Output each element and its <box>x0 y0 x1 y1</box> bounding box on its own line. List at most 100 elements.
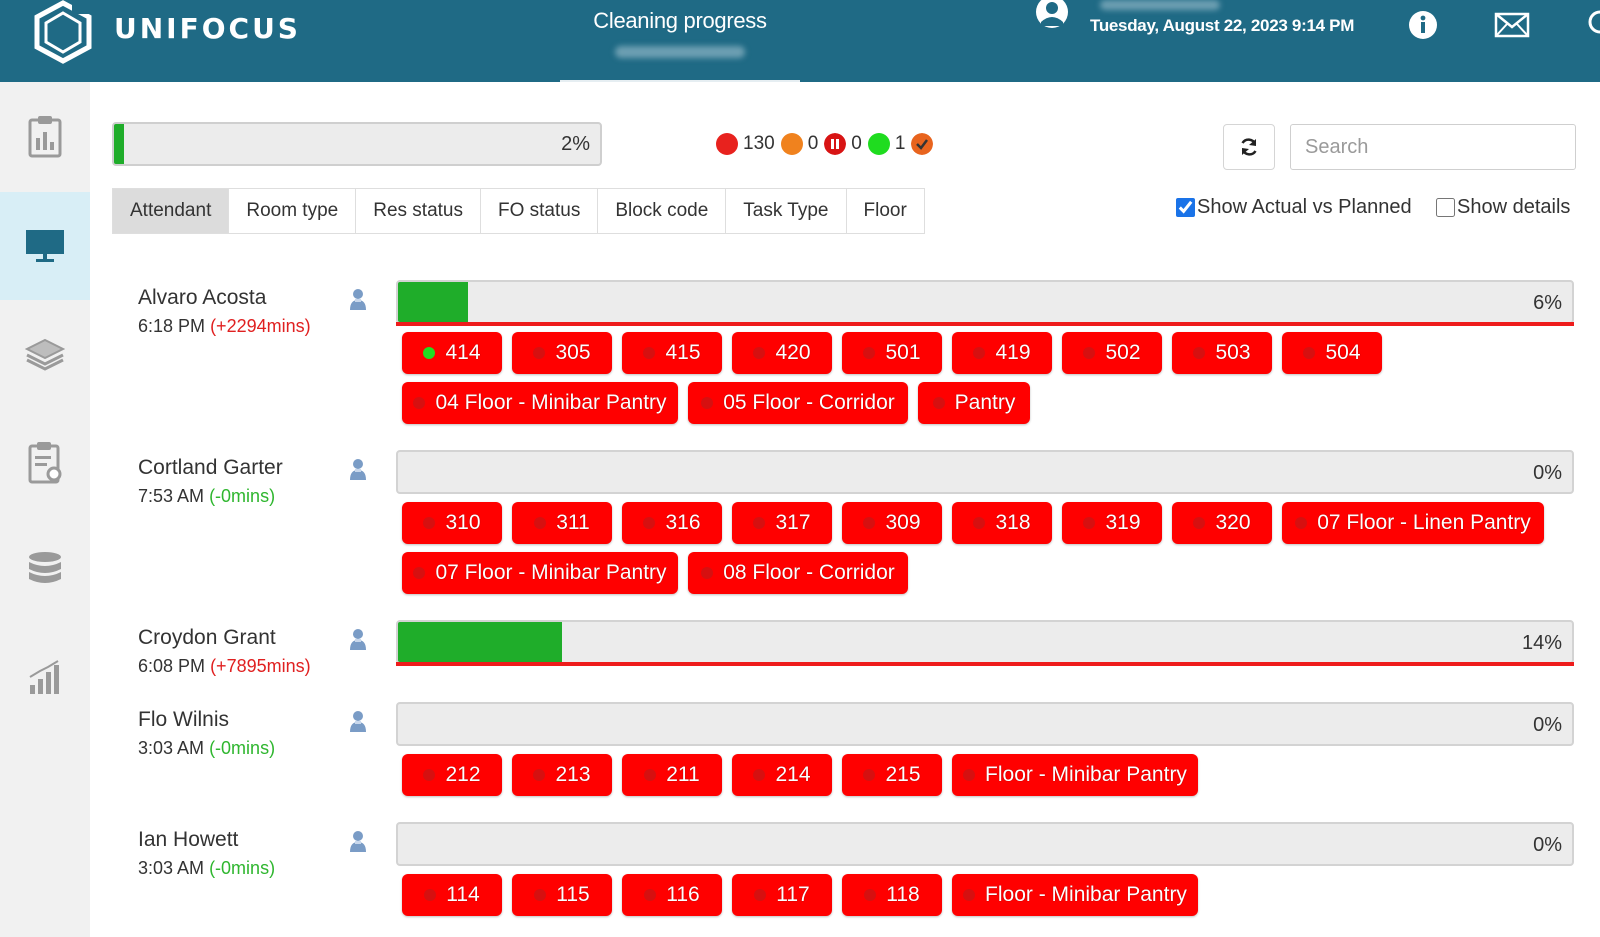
blurred-property-name <box>615 46 745 58</box>
show-details-checkbox[interactable] <box>1436 198 1455 217</box>
attendant-progress-percent: 0% <box>1533 834 1562 856</box>
show-actual-vs-planned-option[interactable]: Show Actual vs Planned <box>1176 196 1412 219</box>
attendant-time: 3:03 AM (-0mins) <box>138 858 275 879</box>
tab-attendant[interactable]: Attendant <box>112 188 230 234</box>
tab-fo-status[interactable]: FO status <box>480 188 599 234</box>
sidebar-item-tasks[interactable] <box>0 408 90 516</box>
room-chip[interactable]: 214 <box>732 754 832 796</box>
area-status-dot <box>963 769 976 781</box>
area-chip[interactable]: Floor - Minibar Pantry <box>952 874 1198 916</box>
room-chip[interactable]: 117 <box>732 874 832 916</box>
room-chip[interactable]: 504 <box>1282 332 1382 374</box>
attendant-person-icon[interactable] <box>348 830 368 854</box>
show-actual-vs-planned-label: Show Actual vs Planned <box>1197 196 1412 218</box>
tab-floor[interactable]: Floor <box>846 188 925 234</box>
room-number: 212 <box>445 763 481 786</box>
room-chip[interactable]: 319 <box>1062 502 1162 544</box>
planned-time: 6:18 PM <box>138 316 206 336</box>
room-status-dot <box>863 517 876 529</box>
area-chip[interactable]: 04 Floor - Minibar Pantry <box>402 382 678 424</box>
show-details-option[interactable]: Show details <box>1436 196 1570 219</box>
room-chip[interactable]: 311 <box>512 502 612 544</box>
attendant-name: Alvaro Acosta <box>138 286 267 309</box>
sidebar-item-dashboard[interactable] <box>0 82 90 190</box>
info-icon[interactable] <box>1408 10 1438 40</box>
room-status-dot <box>423 769 436 781</box>
planned-overrun-line <box>396 662 1574 666</box>
area-chip[interactable]: 08 Floor - Corridor <box>688 552 908 594</box>
room-status-dot <box>1193 347 1206 359</box>
attendant-person-icon[interactable] <box>348 710 368 734</box>
room-chip[interactable]: 503 <box>1172 332 1272 374</box>
attendant-person-icon[interactable] <box>348 288 368 312</box>
room-chip[interactable]: 415 <box>622 332 722 374</box>
area-status-dot <box>963 889 976 901</box>
room-chip[interactable]: 212 <box>402 754 502 796</box>
layers-icon <box>25 338 65 371</box>
tab-task-type[interactable]: Task Type <box>726 188 847 234</box>
brand-name: UNIFOCUS <box>114 12 301 45</box>
room-chip[interactable]: 211 <box>622 754 722 796</box>
room-chip[interactable]: 317 <box>732 502 832 544</box>
group-by-tabs: Attendant Room type Res status FO status… <box>112 188 925 234</box>
search-input[interactable] <box>1290 124 1576 170</box>
area-name: 04 Floor - Minibar Pantry <box>435 391 667 414</box>
room-chip[interactable]: 502 <box>1062 332 1162 374</box>
attendant-progress-bar: 0% <box>396 822 1574 866</box>
room-status-dot <box>1083 347 1096 359</box>
area-chip[interactable]: Floor - Minibar Pantry <box>952 754 1198 796</box>
attendant-progress-bar: 6% <box>396 280 1574 324</box>
attendant-person-icon[interactable] <box>348 628 368 652</box>
sidebar-item-database[interactable] <box>0 516 90 624</box>
attendant-person-icon[interactable] <box>348 458 368 482</box>
room-chip[interactable]: 309 <box>842 502 942 544</box>
tab-room-type[interactable]: Room type <box>229 188 357 234</box>
room-chip[interactable]: 316 <box>622 502 722 544</box>
tab-block-code[interactable]: Block code <box>598 188 727 234</box>
sidebar-item-reports[interactable] <box>0 624 90 732</box>
room-chip[interactable]: 414 <box>402 332 502 374</box>
show-actual-vs-planned-checkbox[interactable] <box>1176 198 1195 217</box>
title-underline <box>560 80 800 82</box>
area-chip[interactable]: 07 Floor - Minibar Pantry <box>402 552 678 594</box>
partial-menu-icon[interactable] <box>1588 10 1600 36</box>
refresh-button[interactable] <box>1223 124 1275 170</box>
room-chip[interactable]: 116 <box>622 874 722 916</box>
room-number: 116 <box>666 883 700 906</box>
room-chip[interactable]: 115 <box>512 874 612 916</box>
in-progress-count: 0 <box>807 133 819 154</box>
area-chip[interactable]: 07 Floor - Linen Pantry <box>1282 502 1544 544</box>
room-status-dot <box>1083 517 1096 529</box>
attendant-progress-bar: 14% <box>396 620 1574 664</box>
room-chip[interactable]: 118 <box>842 874 942 916</box>
room-chip[interactable]: 501 <box>842 332 942 374</box>
room-chip[interactable]: 420 <box>732 332 832 374</box>
attendant-time: 7:53 AM (-0mins) <box>138 486 275 507</box>
refresh-icon <box>1241 138 1257 156</box>
page-title: Cleaning progress <box>593 8 767 33</box>
clipboard-settings-icon <box>28 442 62 484</box>
room-chip[interactable]: 215 <box>842 754 942 796</box>
room-chip[interactable]: 320 <box>1172 502 1272 544</box>
area-status-dot <box>932 397 945 409</box>
room-chip[interactable]: 213 <box>512 754 612 796</box>
area-chip[interactable]: 05 Floor - Corridor <box>688 382 908 424</box>
sidebar-item-layers[interactable] <box>0 300 90 408</box>
user-account-icon[interactable] <box>1034 0 1070 34</box>
tab-res-status[interactable]: Res status <box>356 188 481 234</box>
area-status-dot <box>701 567 714 579</box>
area-chip[interactable]: Pantry <box>918 382 1030 424</box>
room-chip[interactable]: 318 <box>952 502 1052 544</box>
time-delta: (-0mins) <box>209 738 276 758</box>
room-chip[interactable]: 114 <box>402 874 502 916</box>
room-chip[interactable]: 419 <box>952 332 1052 374</box>
room-chip[interactable]: 310 <box>402 502 502 544</box>
room-chip[interactable]: 305 <box>512 332 612 374</box>
planned-time: 7:53 AM <box>138 486 205 506</box>
room-status-dot <box>754 889 767 901</box>
sidebar-item-monitor[interactable] <box>0 192 90 300</box>
room-status-dot <box>644 889 657 901</box>
mail-icon[interactable] <box>1494 12 1530 38</box>
time-delta: (-0mins) <box>209 486 276 506</box>
room-number: 317 <box>775 511 811 534</box>
